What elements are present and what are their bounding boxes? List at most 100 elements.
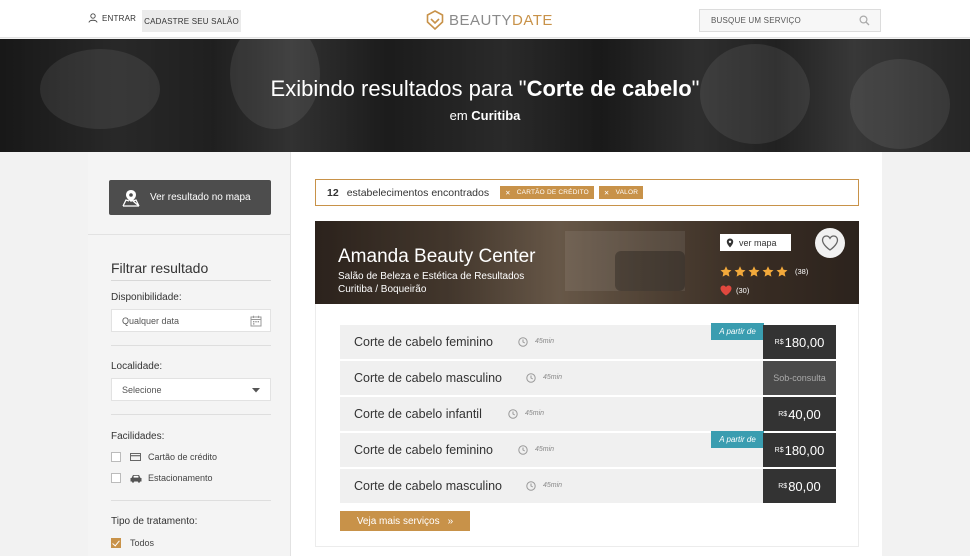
date-picker[interactable]: Qualquer data (111, 309, 271, 332)
rating-stars: (38) (720, 266, 808, 277)
service-name: Corte de cabelo masculino (354, 371, 502, 385)
checkbox-checked[interactable] (111, 538, 121, 548)
results-panel: 12 estabelecimentos encontrados ✕ CARTÃO … (291, 152, 882, 556)
service-row[interactable]: Corte de cabelo masculino 45min Sob-cons… (340, 361, 836, 395)
divider (111, 345, 271, 346)
location-label: Localidade: (111, 361, 163, 372)
logo[interactable]: BEAUTYDATE (426, 10, 553, 30)
login-label: ENTRAR (102, 13, 137, 23)
service-duration: 45min (526, 469, 562, 503)
facility-label: Estacionamento (148, 473, 213, 483)
see-more-services-button[interactable]: Veja mais serviços » (340, 511, 470, 531)
rating-count: (38) (795, 267, 809, 276)
salon-card-header[interactable]: Amanda Beauty Center Salão de Beleza e E… (315, 221, 859, 304)
filter-title: Filtrar resultado (111, 260, 209, 276)
star-icon (762, 266, 774, 277)
search-box[interactable] (699, 9, 881, 32)
chevron-down-icon (252, 388, 260, 393)
user-icon (88, 13, 98, 23)
active-filter-tag[interactable]: ✕ VALOR (598, 186, 644, 199)
price-button[interactable]: Sob-consulta (763, 361, 836, 395)
service-name: Corte de cabelo masculino (354, 479, 502, 493)
top-header: ENTRAR CADASTRE SEU SALÃO BEAUTYDATE (0, 0, 970, 38)
checkbox[interactable] (111, 452, 121, 462)
clock-icon (518, 445, 528, 455)
service-row[interactable]: Corte de cabelo masculino 45min R$ 80,00 (340, 469, 836, 503)
treatment-option-all[interactable]: Todos (111, 538, 154, 548)
star-icon (748, 266, 760, 277)
register-salon-button[interactable]: CADASTRE SEU SALÃO (142, 10, 241, 32)
service-row[interactable]: Corte de cabelo feminino 45min A partir … (340, 431, 836, 467)
location-select[interactable]: Selecione (111, 378, 271, 401)
heart-icon (720, 285, 732, 296)
clock-icon (526, 481, 536, 491)
results-count-text: estabelecimentos encontrados (346, 186, 490, 199)
car-icon (130, 474, 142, 483)
salon-subtitle: Salão de Beleza e Estética de Resultados (338, 271, 525, 282)
services-list: Corte de cabelo feminino 45min A partir … (315, 304, 859, 547)
star-icon (776, 266, 788, 277)
double-chevron-right-icon: » (447, 515, 454, 527)
price-button[interactable]: R$ 40,00 (763, 397, 836, 431)
remove-tag-icon[interactable]: ✕ (604, 189, 610, 197)
hero-subtitle: em Curitiba (449, 108, 521, 123)
credit-card-icon (130, 453, 141, 461)
facility-label: Cartão de crédito (148, 452, 218, 462)
checkbox[interactable] (111, 473, 121, 483)
facility-parking[interactable]: Estacionamento (111, 473, 213, 483)
logo-icon (426, 10, 444, 30)
results-summary: 12 estabelecimentos encontrados ✕ CARTÃO … (315, 179, 859, 206)
remove-tag-icon[interactable]: ✕ (505, 189, 511, 197)
login-link[interactable]: ENTRAR (88, 13, 136, 23)
heart-outline-icon (821, 235, 839, 251)
price-button[interactable]: R$ 80,00 (763, 469, 836, 503)
clock-icon (518, 337, 528, 347)
logo-text-beauty: BEAUTY (449, 11, 513, 29)
treatment-option-label: Todos (130, 538, 155, 548)
from-price-badge: A partir de (711, 431, 764, 448)
service-duration: 45min (518, 325, 554, 359)
view-map-label: ver mapa (739, 237, 777, 248)
divider (111, 280, 271, 281)
service-row[interactable]: Corte de cabelo feminino 45min A partir … (340, 323, 836, 359)
map-pin-icon (726, 238, 734, 247)
service-duration: 45min (526, 361, 562, 395)
calendar-icon[interactable] (250, 315, 262, 327)
divider (88, 234, 291, 235)
city-name: Curitiba (471, 108, 521, 123)
date-picker-value: Qualquer data (122, 315, 180, 326)
view-on-map-label: Ver resultado no mapa (150, 192, 251, 203)
search-query: Corte de cabelo (526, 76, 692, 101)
price-button[interactable]: R$ 180,00 (763, 325, 836, 359)
service-name: Corte de cabelo feminino (354, 443, 493, 457)
active-filter-tag[interactable]: ✕ CARTÃO DE CRÉDITO (500, 186, 594, 199)
service-duration: 45min (508, 397, 544, 431)
search-icon[interactable] (859, 15, 870, 26)
price-button[interactable]: R$ 180,00 (763, 433, 836, 467)
search-input[interactable] (711, 16, 851, 25)
filter-sidebar: Ver resultado no mapa Filtrar resultado … (88, 152, 291, 556)
clock-icon (508, 409, 518, 419)
from-price-badge: A partir de (711, 323, 764, 340)
service-row[interactable]: Corte de cabelo infantil 45min R$ 40,00 (340, 397, 836, 431)
favorite-button[interactable] (815, 228, 845, 258)
location-select-value: Selecione (122, 384, 162, 395)
treatment-type-label: Tipo de tratamento: (111, 516, 198, 527)
service-name: Corte de cabelo feminino (354, 335, 493, 349)
hero-title: Exibindo resultados para "Corte de cabel… (270, 76, 700, 101)
star-icon (734, 266, 746, 277)
logo-text-date: DATE (512, 11, 553, 29)
see-more-label: Veja mais serviços (356, 515, 440, 527)
hero-banner: Exibindo resultados para "Corte de cabel… (0, 39, 970, 152)
results-count: 12 (327, 186, 339, 199)
star-icon (720, 266, 732, 277)
divider (111, 414, 271, 415)
divider (111, 500, 271, 501)
salon-location: Curitiba / Boqueirão (338, 284, 427, 295)
service-name: Corte de cabelo infantil (354, 407, 482, 421)
service-duration: 45min (518, 433, 554, 467)
view-map-button[interactable]: ver mapa (720, 234, 791, 251)
facility-credit-card[interactable]: Cartão de crédito (111, 452, 217, 462)
salon-name[interactable]: Amanda Beauty Center (338, 246, 536, 268)
view-on-map-button[interactable]: Ver resultado no mapa (109, 180, 271, 215)
